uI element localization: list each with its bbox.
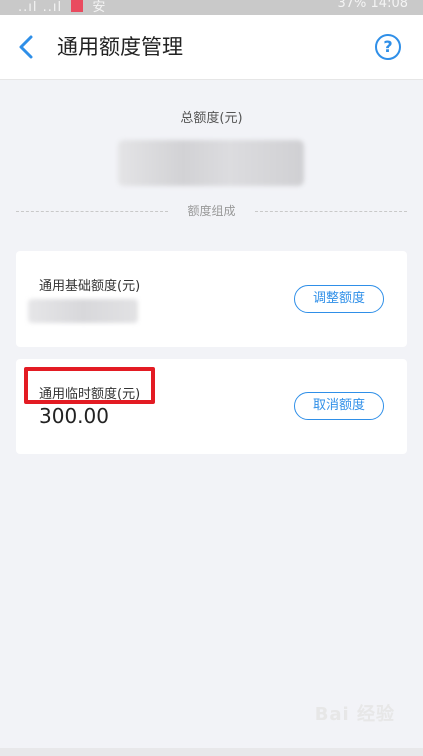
temp-quota-label: 通用临时额度(元) xyxy=(39,387,141,402)
temp-quota-card: 通用临时额度(元) 300.00 取消额度 xyxy=(16,359,407,454)
back-arrow-icon[interactable] xyxy=(16,34,38,60)
base-quota-card: 通用基础额度(元) 调整额度 xyxy=(16,251,407,347)
status-bar: ..ıl ..ıl 安 37% 14:08 xyxy=(0,0,423,15)
app-badge-icon xyxy=(71,0,84,12)
total-quota-value-masked xyxy=(118,140,304,186)
divider-line-right xyxy=(255,211,407,212)
signal-text: ..ıl ..ıl xyxy=(18,0,63,15)
base-quota-label: 通用基础额度(元) xyxy=(39,279,141,294)
page-title: 通用额度管理 xyxy=(57,35,183,59)
signal-indicator: ..ıl ..ıl 安 xyxy=(18,0,106,15)
total-quota-label: 总额度(元) xyxy=(180,111,243,126)
cancel-quota-button[interactable]: 取消额度 xyxy=(294,392,384,420)
adjust-quota-button[interactable]: 调整额度 xyxy=(294,285,384,313)
base-quota-value-masked xyxy=(28,299,138,323)
app-badge-text: 安 xyxy=(92,0,107,15)
battery-time: 37% 14:08 xyxy=(337,0,409,11)
nav-bar: 通用额度管理 ? xyxy=(0,15,423,80)
composition-divider: 额度组成 xyxy=(16,203,407,219)
watermark: Bai 经验 xyxy=(314,704,395,725)
help-icon[interactable]: ? xyxy=(375,34,401,60)
bottom-edge xyxy=(0,748,423,756)
temp-quota-value: 300.00 xyxy=(39,404,109,428)
